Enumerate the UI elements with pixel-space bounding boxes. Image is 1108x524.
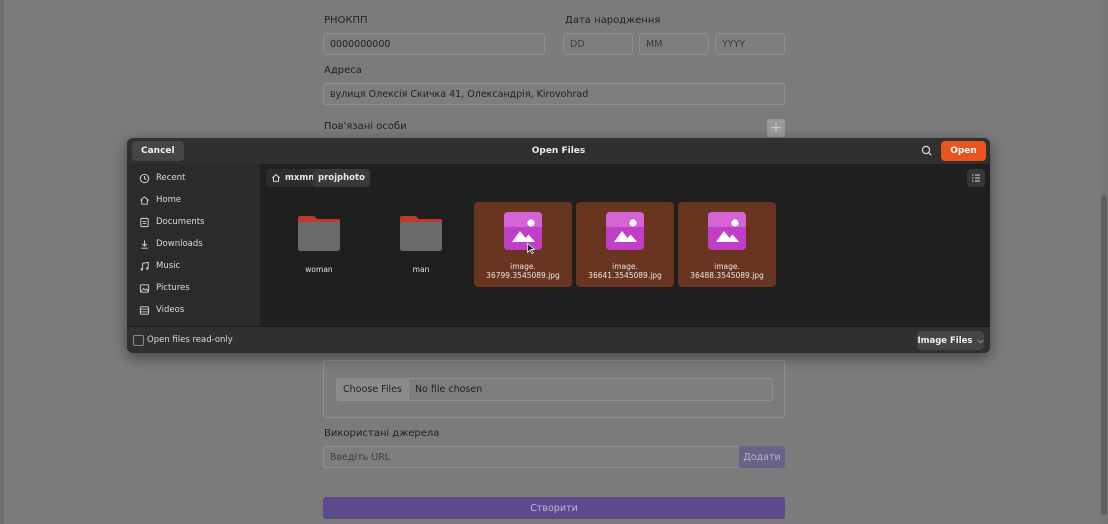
document-icon [140,217,149,227]
read-only-label[interactable]: Open files read-only [147,327,233,353]
add-source-button[interactable]: Додати [739,446,785,468]
sources-label: Використані джерела [324,428,440,439]
download-icon [141,239,148,249]
scrollbar-thumb[interactable] [1101,195,1107,515]
item-label: image. 36488.3545089.jpg [678,262,776,280]
chevron-down-icon: ⌵ [977,335,984,345]
sidebar-item-label: Videos [156,305,185,315]
address-input[interactable]: вулиця Олексія Скичка 41, Олександрія, K… [323,83,785,105]
breadcrumb-home[interactable]: mxmn [266,169,320,187]
filter-label: Image Files [917,335,973,346]
image-file-item[interactable]: image. 36488.3545089.jpg [678,202,776,287]
video-icon [139,305,150,315]
item-label-line: image. [714,262,740,271]
sidebar-item-music[interactable]: Music [139,257,180,275]
item-label-line: 36641.3545089.jpg [588,271,662,280]
image-file-icon [708,212,746,250]
read-only-checkbox[interactable] [133,335,144,346]
folder-item-man[interactable]: man [372,202,470,287]
item-label-line: 36488.3545089.jpg [690,271,764,280]
related-persons-label: Пов'язані особи [324,121,407,132]
sidebar-item-label: Documents [156,217,205,227]
add-related-person-button[interactable]: + [767,119,785,137]
sidebar-item-recent[interactable]: Recent [139,169,185,187]
rnokpp-input[interactable]: 0000000000 [323,33,545,55]
birth-month-input[interactable]: MM [639,33,709,55]
breadcrumb-label: projphoto [318,173,365,183]
sidebar-item-label: Pictures [156,283,190,293]
image-file-icon [504,212,542,250]
sidebar-item-home[interactable]: Home [139,191,181,209]
home-icon [140,195,149,205]
file-input[interactable]: Choose Files No file chosen [336,378,773,401]
file-type-filter-dropdown[interactable]: Image Files ⌵ [917,331,984,350]
places-sidebar: Recent Home Documents Downloads Music Pi… [127,164,261,326]
sidebar-item-label: Recent [156,173,186,183]
item-label-line: 36799.3545089.jpg [486,271,560,280]
open-files-dialog: Open Files Cancel Open Recent Home Docum… [127,138,990,353]
sidebar-item-label: Downloads [156,239,203,249]
sidebar-item-downloads[interactable]: Downloads [139,235,203,253]
cancel-button[interactable]: Cancel [132,141,184,161]
music-icon [140,261,149,271]
sidebar-item-documents[interactable]: Documents [139,213,204,231]
page-scrollbar[interactable] [1100,0,1108,524]
sidebar-item-videos[interactable]: Videos [139,301,184,319]
sidebar-item-pictures[interactable]: Pictures [139,279,190,297]
breadcrumb-current[interactable]: projphoto [313,169,370,187]
sidebar-item-label: Music [156,261,181,271]
address-label: Адреса [324,65,362,76]
sidebar-item-label: Home [156,195,182,205]
item-label: image. 36799.3545089.jpg [474,262,572,280]
upload-box: Choose Files No file chosen [323,360,785,418]
url-input[interactable]: Введіть URL [323,446,740,468]
item-label: image. 36641.3545089.jpg [576,262,674,280]
item-label: woman [305,265,333,274]
birth-year-input[interactable]: YYYY [715,33,785,55]
mouse-cursor [527,243,535,254]
rnokpp-label: РНОКПП [324,15,368,26]
item-label-line: image. [612,262,638,271]
image-file-icon [606,212,644,250]
item-label-line: image. [510,262,536,271]
birth-day-input[interactable]: DD [563,33,633,55]
list-view-icon [972,174,980,182]
image-file-item[interactable]: image. 36641.3545089.jpg [576,202,674,287]
folder-item-woman[interactable]: woman [270,202,368,287]
birth-date-label: Дата народження [565,15,661,26]
open-button[interactable]: Open [941,141,986,161]
folder-icon [400,216,442,251]
file-view: mxmn projphoto woman man image. 36799.35… [262,164,990,326]
clock-icon [139,173,150,183]
no-file-text: No file chosen [414,384,483,395]
item-label: man [412,265,430,274]
dialog-footer: Open files read-only Image Files ⌵ [127,326,990,353]
breadcrumb-label: mxmn [285,173,315,183]
folder-icon [298,216,340,251]
choose-files-button[interactable]: Choose Files [337,379,409,400]
create-button[interactable]: Створити [323,497,785,519]
image-file-item[interactable]: image. 36799.3545089.jpg [474,202,572,287]
dialog-header: Open Files Cancel Open [127,138,990,164]
picture-icon [139,283,150,293]
search-icon[interactable] [918,142,936,160]
home-icon [271,174,281,182]
view-options-button[interactable] [967,169,985,187]
dialog-title: Open Files [531,146,586,156]
